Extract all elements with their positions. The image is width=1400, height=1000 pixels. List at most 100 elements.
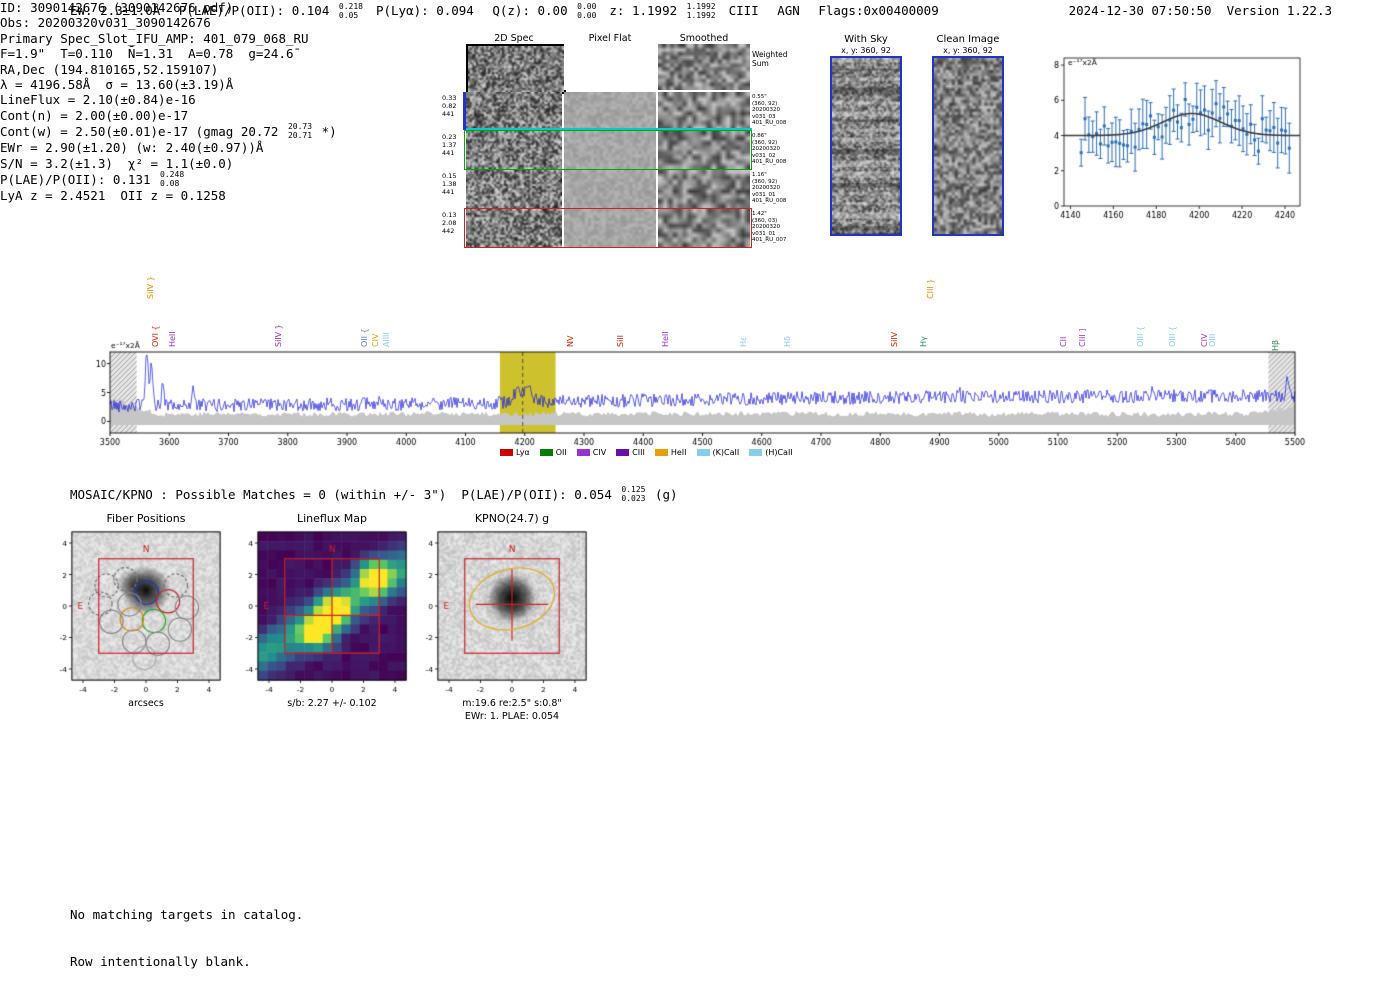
text-segment: RA,Dec (194.810165,52.159107) (0, 62, 226, 77)
legend-label: (H)CaII (765, 448, 792, 457)
fiber-positions-title: Fiber Positions (66, 512, 226, 525)
fiber-row-left-value: 0.33 (442, 94, 464, 102)
fiber-row-annotation: 0.55"(360, 92)20200320v031_03401_RU_008 (752, 94, 798, 127)
lineflux-caption: s/b: 2.27 +/- 0.102 (232, 698, 432, 709)
plus-minus-fraction: 20.7320.71 (288, 123, 312, 140)
fiber-row-annotation-line: 1.16" (752, 172, 798, 179)
header-item: P(Lyα): 0.094 (376, 3, 481, 18)
weighted-sum-label: Weighted Sum (752, 50, 788, 68)
weighted-sum-2dspec-image (466, 44, 566, 94)
fiber-row-image (658, 92, 750, 130)
fiber-row-topline (466, 128, 752, 130)
spec2d-title-2dspec: 2D Spec (466, 33, 562, 44)
text-segment: F=1.9" T=0.110 N̄=1.31 A=0.78 g=24.6̄ (0, 46, 301, 61)
plus-minus-fraction: 0.2180.05 (339, 3, 363, 20)
text-segment: Cont(w) = 2.50(±0.01)e-17 (gmag 20.72 (0, 124, 286, 139)
fiber-row-left-label: 0.330.82441 (442, 94, 464, 118)
spectrum-legend: LyαOIICIVCIIIHeII(K)CaII(H)CaII (500, 448, 793, 457)
emission-line-label: SiIV } (146, 276, 155, 299)
emission-line-label: OIII { (1136, 326, 1145, 347)
fiber-row-annotation-line: (360, 92) (752, 101, 798, 108)
legend-swatch (749, 449, 762, 456)
emission-line-label: Hε (739, 337, 748, 347)
elixer-report-page: EW: 2.3±1.0Å P(LAE)/P(OII): 0.104 0.2180… (0, 0, 1400, 953)
legend-item: (H)CaII (749, 448, 792, 457)
frac-lower: 0.00 (577, 12, 596, 21)
with-sky-image (832, 58, 900, 234)
legend-swatch (616, 449, 629, 456)
emission-line-label: OII { (360, 328, 369, 347)
text-segment: λ = 4196.58Å σ = 13.60(±3.19)Å (0, 77, 241, 92)
fiber-row-left-label: 0.132.08442 (442, 211, 464, 235)
emission-line-label: Hβ (1271, 340, 1280, 351)
plus-minus-fraction: 0.000.00 (577, 3, 596, 20)
header-item: AGN (777, 3, 807, 18)
lineflux-map-title: Lineflux Map (252, 512, 412, 525)
emission-line-label: HeII (661, 331, 670, 347)
fiber-row-image (466, 209, 562, 247)
clean-image-coords: x, y: 360, 92 (934, 46, 1002, 55)
fiber-row-annotation-line: 401_RU_007 (752, 237, 798, 244)
fiber-row-left-value: 0.13 (442, 211, 464, 219)
legend-swatch (577, 449, 590, 456)
fiber-row-image (466, 170, 562, 208)
legend-swatch (697, 449, 710, 456)
emission-line-label: OVI { (151, 325, 160, 347)
legend-item: CIII (616, 448, 645, 457)
fiber-row-annotation-line: v031_01 (752, 192, 798, 199)
header-item: Flags:0x00400009 (818, 3, 946, 18)
with-sky-title: With Sky (832, 34, 900, 45)
header-item: Q(z): 0.00 0.000.00 (492, 3, 598, 20)
frac-lower: 20.71 (288, 132, 312, 141)
fiber-positions-xlabel: arcsecs (46, 698, 246, 709)
text-segment: Flags:0x00400009 (818, 3, 946, 18)
fiber-row-left-value: 0.23 (442, 133, 464, 141)
fiber-row-left-label: 0.231.37441 (442, 133, 464, 157)
weighted-sum-label-line2: Sum (752, 59, 788, 68)
header-item: CIII (729, 3, 767, 18)
fiber-row-image (466, 92, 562, 130)
fiber-row-annotation-line: 20200320 (752, 185, 798, 192)
footer-line-1: No matching targets in catalog. (70, 907, 303, 923)
emission-line-label: CII (1059, 337, 1068, 347)
fiber-row-annotation-line: 401_RU_008 (752, 159, 798, 166)
text-segment: P(LAE)/P(OII): 0.104 (179, 3, 337, 18)
plus-minus-fraction: 0.2480.08 (160, 171, 184, 188)
header-item: EW: 2.3±1.0Å (70, 3, 168, 18)
legend-swatch (655, 449, 668, 456)
fiber-row-left-value: 2.08 (442, 219, 464, 227)
text-segment: z: 1.1992 (609, 3, 684, 18)
text-segment: LyA z = 2.4521 OII z = 0.1258 (0, 188, 233, 203)
kpno-caption-1: m:19.6 re:2.5" s:0.8" (412, 698, 612, 709)
footer-block: No matching targets in catalog. Row inte… (70, 876, 303, 1000)
fiber-positions-thumb (40, 526, 226, 694)
fiber-row-image (564, 131, 656, 169)
header-summary-row: EW: 2.3±1.0Å P(LAE)/P(OII): 0.104 0.2180… (70, 3, 946, 20)
fiber-row-left-value: 0.15 (442, 172, 464, 180)
fiber-row-annotation-line: 20200320 (752, 146, 798, 153)
fiber-row-annotation-line: 20200320 (752, 107, 798, 114)
legend-item: Lyα (500, 448, 530, 457)
legend-swatch (500, 449, 513, 456)
fiber-row-image (564, 209, 656, 247)
plus-minus-fraction: 0.1250.023 (621, 486, 645, 503)
emission-line-label: SiIV } (274, 324, 283, 347)
kpno-thumb (406, 526, 592, 694)
emission-line-label: Hγ (919, 336, 928, 347)
frac-lower: 0.08 (160, 180, 179, 189)
emission-line-label: SiII (616, 335, 625, 347)
fiber-row-image (658, 131, 750, 169)
spectrum-chart (95, 338, 1310, 450)
fiber-row-annotation: 1.42"(360, 03)20200320v031_01401_RU_007 (752, 211, 798, 244)
weighted-sum-smoothed-image (658, 44, 750, 90)
fiber-row-annotation-line: 0.55" (752, 94, 798, 101)
text-segment: P(LAE)/P(OII): 0.131 (0, 172, 158, 187)
text-segment: MOSAIC/KPNO : Possible Matches = 0 (with… (70, 487, 619, 502)
clean-image (934, 58, 1002, 234)
fiber-row-left-value: 441 (442, 188, 464, 196)
legend-label: CIII (632, 448, 645, 457)
emission-line-label: SiIV (890, 332, 899, 347)
fiber-row-annotation-line: 0.86" (752, 133, 798, 140)
fiber-row-annotation: 1.16"(360, 92)20200320v031_01401_RU_008 (752, 172, 798, 205)
text-segment: AGN (777, 3, 807, 18)
